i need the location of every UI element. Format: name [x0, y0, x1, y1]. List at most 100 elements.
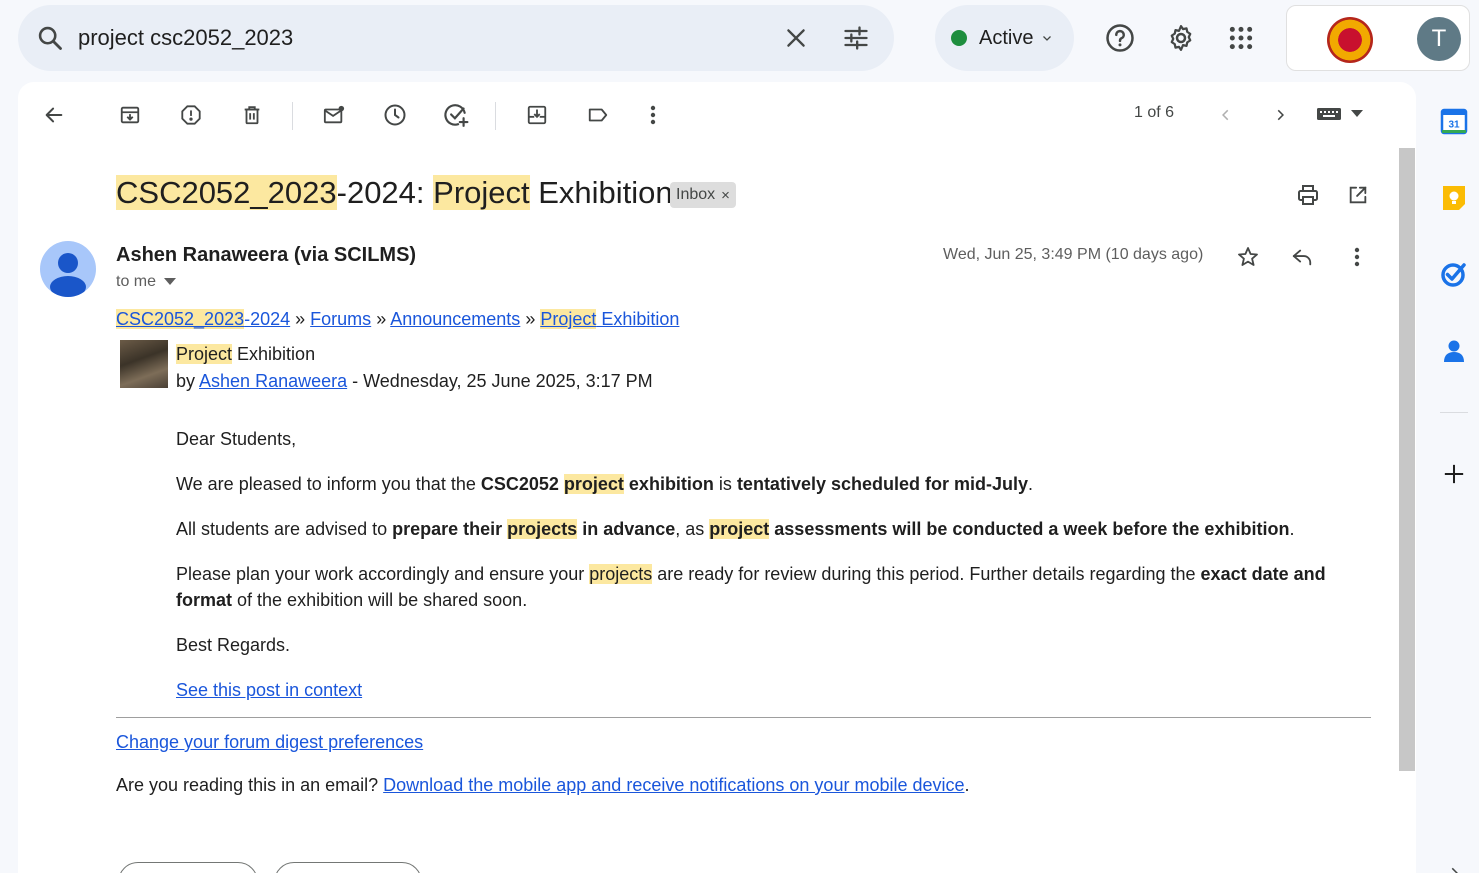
greeting: Dear Students, [176, 429, 297, 449]
keep-notes-icon[interactable] [1436, 180, 1472, 216]
trash-icon[interactable] [232, 95, 272, 135]
paragraph-3: Please plan your work accordingly and en… [176, 561, 1371, 613]
add-addon-plus-icon[interactable] [1436, 456, 1472, 492]
clear-search-icon[interactable] [776, 5, 816, 71]
more-vertical-icon[interactable] [1337, 237, 1377, 277]
sender-name[interactable]: Ashen Ranaweera (via SCILMS) [116, 244, 416, 267]
expand-side-panel-chevron-icon[interactable] [1436, 855, 1472, 873]
bold-text: in advance [577, 519, 676, 539]
author-photo [120, 340, 168, 388]
breadcrumb-highlight: CSC2052_2023 [116, 309, 245, 329]
back-arrow-icon[interactable] [34, 95, 74, 135]
move-to-icon[interactable] [517, 95, 557, 135]
scrollbar-thumb[interactable] [1399, 148, 1415, 771]
post-body: Dear Students, We are pleased to inform … [176, 426, 1371, 703]
highlight-text: project [709, 519, 770, 539]
recipient-text: to me [116, 273, 157, 290]
breadcrumb-separator: » [371, 309, 391, 329]
forward-button[interactable] [274, 862, 422, 873]
remove-label-icon[interactable]: × [721, 187, 730, 204]
label-chip-text: Inbox [676, 186, 716, 203]
side-panel-divider [1440, 412, 1468, 413]
help-icon[interactable] [1100, 18, 1140, 58]
email-subject: CSC2052_2023-2024: Project Exhibition [116, 175, 673, 211]
highlight-text: projects [507, 519, 578, 539]
text: are ready for review during this period.… [652, 564, 1201, 584]
paragraph-1: We are pleased to inform you that the CS… [176, 471, 1371, 497]
bold-text: assessments will be conducted a week bef… [769, 519, 1290, 539]
caret-down-icon[interactable] [164, 273, 177, 291]
input-tools-keyboard-icon[interactable] [1316, 106, 1364, 122]
snooze-clock-icon[interactable] [375, 95, 415, 135]
status-selector[interactable]: Active [935, 5, 1074, 71]
apps-grid-icon[interactable] [1221, 18, 1261, 58]
label-icon[interactable] [578, 95, 618, 135]
text: , as [675, 519, 710, 539]
calendar-day: 31 [1448, 120, 1460, 131]
text: All students are advised to [176, 519, 393, 539]
open-new-window-icon[interactable] [1338, 175, 1378, 215]
subject-highlight: CSC2052_2023 [116, 175, 337, 210]
breadcrumb-highlight: Project [540, 309, 597, 329]
add-task-icon[interactable] [436, 95, 476, 135]
tasks-icon[interactable] [1436, 256, 1472, 292]
breadcrumb-forums-link[interactable]: Forums [310, 309, 371, 329]
text: . [964, 775, 970, 795]
text: Are you reading this in an email? [116, 775, 384, 795]
subject-text: -2024: [336, 175, 434, 210]
mobile-app-notice: Are you reading this in an email? Downlo… [116, 775, 1371, 796]
text: Please plan your work accordingly and en… [176, 564, 590, 584]
account-area[interactable]: T [1286, 5, 1470, 71]
email-date: Wed, Jun 25, 3:49 PM (10 days ago) [943, 246, 1204, 263]
download-mobile-app-link[interactable]: Download the mobile app and receive noti… [383, 775, 964, 795]
more-vertical-icon[interactable] [633, 95, 673, 135]
mark-unread-icon[interactable] [314, 95, 354, 135]
breadcrumb-course-link[interactable]: CSC2052_2023-2024 [116, 309, 290, 329]
breadcrumb-post-link[interactable]: Project Exhibition [540, 309, 679, 329]
reply-button[interactable] [118, 862, 258, 873]
report-spam-icon[interactable] [171, 95, 211, 135]
bold-text: CSC2052 [480, 474, 559, 494]
pagination-count: 1 of 6 [1134, 104, 1175, 121]
text: of the exhibition will be shared soon. [232, 590, 528, 610]
text: . [1289, 519, 1295, 539]
newer-chevron-left-icon[interactable] [1206, 95, 1246, 135]
calendar-icon[interactable]: 31 [1436, 103, 1472, 139]
post-title-text: Exhibition [232, 344, 316, 364]
post-byline: by Ashen Ranaweera - Wednesday, 25 June … [176, 371, 653, 392]
post-title: Project Exhibition [176, 344, 315, 365]
label-chip-inbox[interactable]: Inbox × [670, 182, 736, 208]
paragraph-2: All students are advised to prepare thei… [176, 516, 1371, 542]
chevron-down-icon [1041, 27, 1053, 50]
see-post-in-context-link[interactable]: See this post in context [176, 680, 362, 700]
contacts-icon[interactable] [1436, 333, 1472, 369]
status-label: Active [979, 26, 1034, 49]
sender-avatar[interactable] [40, 241, 96, 297]
avatar[interactable]: T [1417, 17, 1461, 61]
reply-icon[interactable] [1282, 237, 1322, 277]
search-options-icon[interactable] [836, 5, 876, 71]
digest-preferences-link[interactable]: Change your forum digest preferences [116, 732, 423, 752]
gear-icon[interactable] [1161, 18, 1201, 58]
text: We are pleased to inform you that the [176, 474, 481, 494]
search-icon[interactable] [32, 5, 68, 71]
bold-text: tentatively scheduled for mid-July [736, 474, 1029, 494]
search-input[interactable] [78, 19, 758, 57]
bold-text: prepare their [392, 519, 508, 539]
recipient-details[interactable]: to me [116, 273, 177, 291]
author-link[interactable]: Ashen Ranaweera [199, 371, 347, 391]
toolbar-divider [495, 102, 496, 130]
breadcrumb-announcements-link[interactable]: Announcements [390, 309, 520, 329]
print-icon[interactable] [1288, 175, 1328, 215]
star-icon[interactable] [1228, 237, 1268, 277]
highlight-text: project [563, 474, 624, 494]
text: . [1028, 474, 1034, 494]
byline-prefix: by [176, 371, 200, 391]
search-bar[interactable] [18, 5, 894, 71]
subject-highlight: Project [433, 175, 530, 210]
older-chevron-right-icon[interactable] [1260, 95, 1300, 135]
signoff: Best Regards. [176, 635, 291, 655]
post-title-highlight: Project [176, 344, 233, 364]
post-header: Project Exhibition by Ashen Ranaweera - … [116, 340, 1371, 392]
archive-icon[interactable] [110, 95, 150, 135]
